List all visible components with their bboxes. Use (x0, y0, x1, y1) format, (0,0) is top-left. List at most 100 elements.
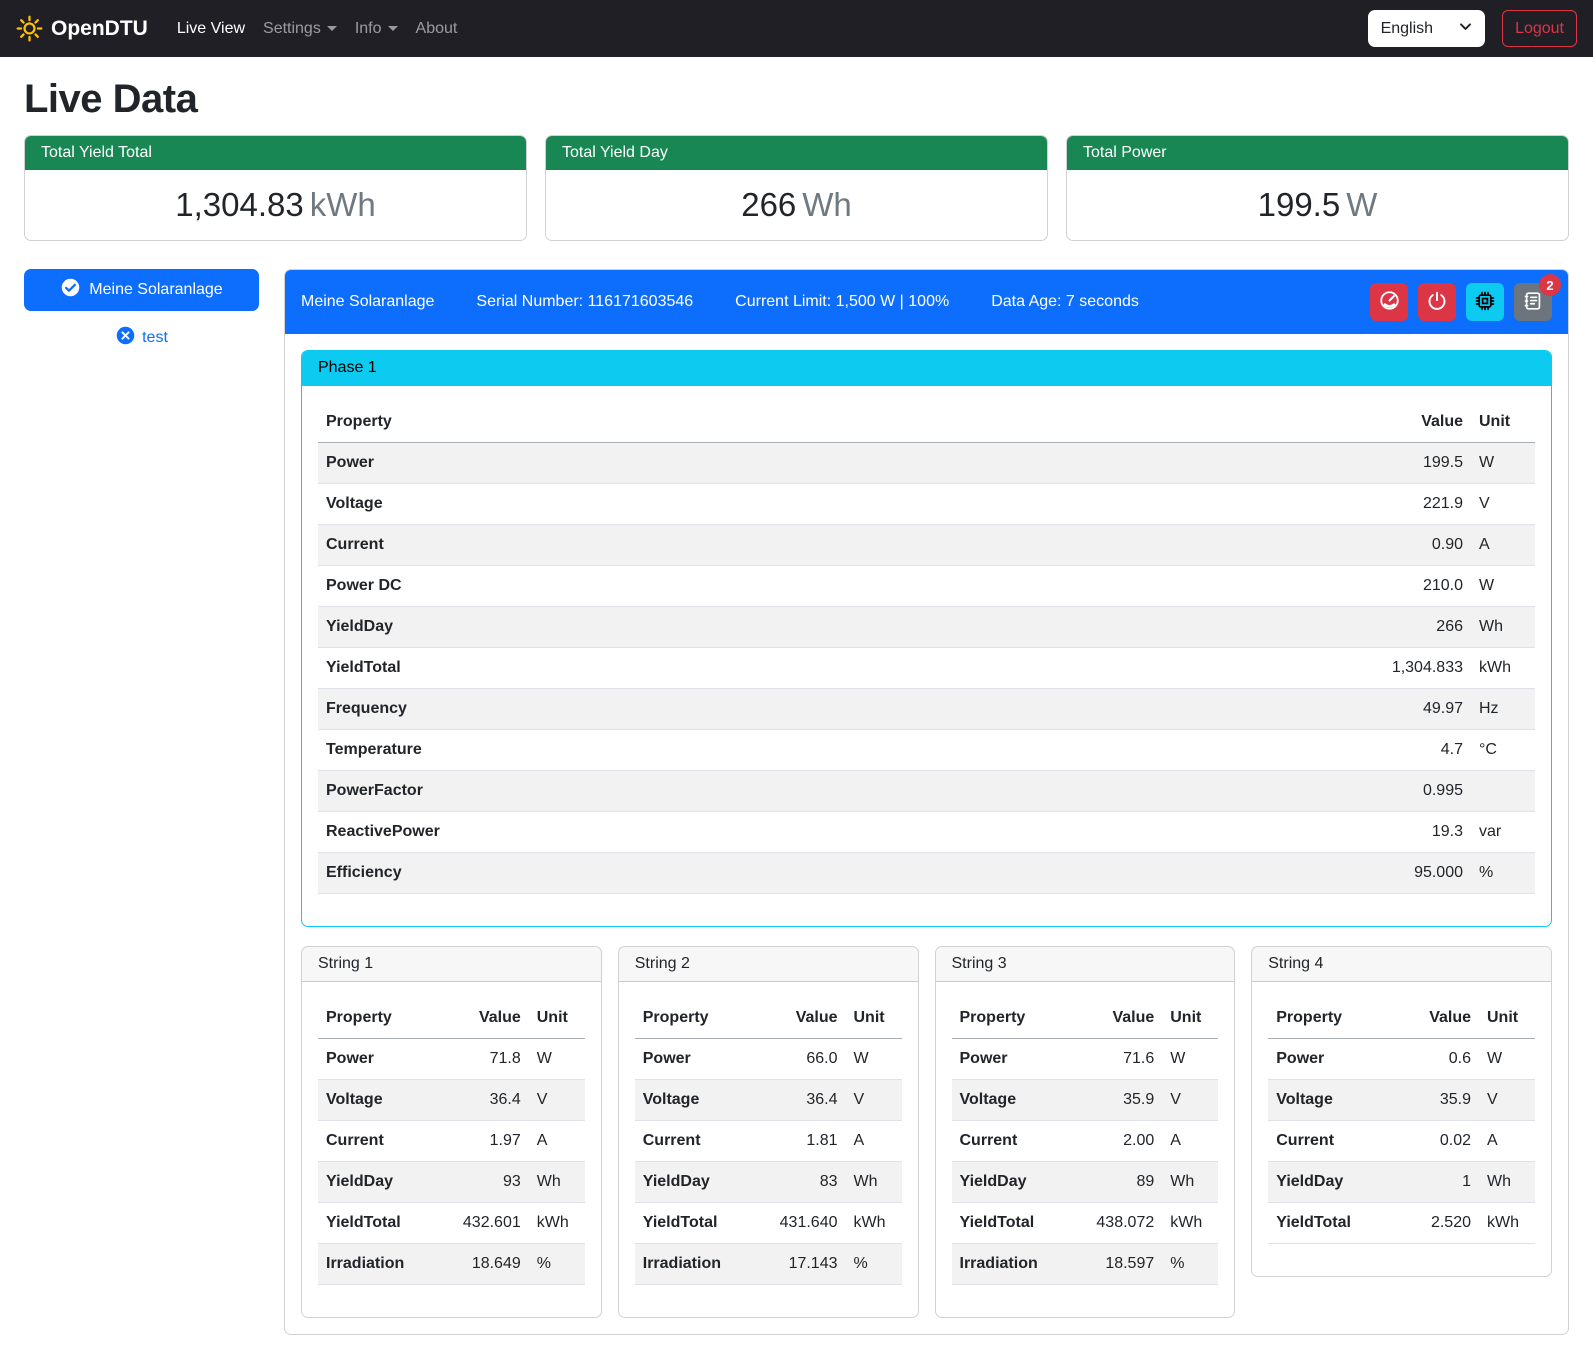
unit-cell: A (1471, 525, 1535, 566)
table-row: YieldTotal1,304.833kWh (318, 648, 1535, 689)
column-header-value: Value (760, 998, 846, 1039)
nav-item-live-view[interactable]: Live View (168, 12, 254, 46)
unit-cell: A (1479, 1121, 1535, 1162)
value-cell: 438.072 (1076, 1203, 1162, 1244)
table-row: Irradiation17.143% (635, 1244, 902, 1285)
property-cell: Current (1268, 1121, 1393, 1162)
nav-item-settings[interactable]: Settings (254, 12, 346, 46)
property-cell: Current (318, 1121, 443, 1162)
property-cell: Power (318, 443, 1331, 484)
table-row: YieldDay93Wh (318, 1162, 585, 1203)
nav-item-info[interactable]: Info (346, 12, 407, 46)
string-table: Property Value Unit Power71.6WVoltage35.… (952, 998, 1219, 1285)
property-cell: YieldTotal (318, 1203, 443, 1244)
string-card-title: String 1 (302, 947, 601, 982)
unit-cell: W (846, 1039, 902, 1080)
value-cell: 4.7 (1331, 730, 1471, 771)
table-header-row: Property Value Unit (318, 998, 585, 1039)
value-cell: 1,304.833 (1331, 648, 1471, 689)
page-content: Live Data Total Yield Total 1,304.83kWh … (0, 57, 1593, 1359)
top-navbar: OpenDTU Live View Settings Info About En… (0, 0, 1593, 57)
nav-item-about[interactable]: About (407, 12, 467, 46)
table-row: YieldDay1Wh (1268, 1162, 1535, 1203)
table-row: YieldTotal2.520kWh (1268, 1203, 1535, 1244)
device-info-button[interactable] (1466, 283, 1504, 321)
property-cell: Voltage (952, 1080, 1077, 1121)
stats-row: Total Yield Total 1,304.83kWh Total Yiel… (24, 135, 1569, 241)
property-cell: YieldDay (318, 607, 1331, 648)
caret-down-icon (327, 26, 337, 31)
inverter-limit: Current Limit: 1,500 W | 100% (735, 293, 949, 311)
unit-cell: W (1162, 1039, 1218, 1080)
column-header-property: Property (635, 998, 760, 1039)
unit-cell: W (1479, 1039, 1535, 1080)
stat-card-title: Total Power (1067, 136, 1568, 170)
strings-row: String 1 Property Value Unit Power71.8WV… (301, 946, 1552, 1318)
string-card: String 3 Property Value Unit Power71.6WV… (935, 946, 1236, 1318)
stat-card-title: Total Yield Day (546, 136, 1047, 170)
table-row: Voltage221.9V (318, 484, 1535, 525)
inverter-alt-label[interactable]: test (142, 329, 168, 347)
string-card-body: Property Value Unit Power71.6WVoltage35.… (936, 982, 1235, 1317)
unit-cell: V (846, 1080, 902, 1121)
property-cell: Irradiation (635, 1244, 760, 1285)
property-cell: YieldTotal (1268, 1203, 1393, 1244)
value-cell: 0.995 (1331, 771, 1471, 812)
value-cell: 431.640 (760, 1203, 846, 1244)
stat-card-value-row: 1,304.83kWh (25, 170, 526, 240)
table-row: Current2.00A (952, 1121, 1219, 1162)
logout-button[interactable]: Logout (1502, 10, 1577, 47)
journal-text-icon (1522, 290, 1544, 315)
value-cell: 0.90 (1331, 525, 1471, 566)
unit-cell: Wh (1162, 1162, 1218, 1203)
unit-cell: V (529, 1080, 585, 1121)
stat-value: 266 (741, 186, 796, 223)
property-cell: PowerFactor (318, 771, 1331, 812)
string-card-title: String 3 (936, 947, 1235, 982)
language-select[interactable]: English (1368, 10, 1485, 47)
speedometer-icon (1378, 289, 1401, 315)
table-row: Power66.0W (635, 1039, 902, 1080)
value-cell: 71.8 (443, 1039, 529, 1080)
table-row: Power DC210.0W (318, 566, 1535, 607)
table-row: YieldDay89Wh (952, 1162, 1219, 1203)
string-card: String 2 Property Value Unit Power66.0WV… (618, 946, 919, 1318)
stat-unit: kWh (310, 186, 376, 223)
property-cell: Frequency (318, 689, 1331, 730)
value-cell: 49.97 (1331, 689, 1471, 730)
value-cell: 1.97 (443, 1121, 529, 1162)
stat-card-title: Total Yield Total (25, 136, 526, 170)
power-icon (1426, 290, 1448, 315)
inverter-data-age: Data Age: 7 seconds (991, 293, 1139, 311)
string-card-body: Property Value Unit Power71.8WVoltage36.… (302, 982, 601, 1317)
table-header-row: Property Value Unit (318, 402, 1535, 443)
inverter-selector-label: Meine Solaranlage (89, 281, 222, 299)
stat-card-total-yield-day: Total Yield Day 266Wh (545, 135, 1048, 241)
brand[interactable]: OpenDTU (16, 15, 148, 42)
value-cell: 66.0 (760, 1039, 846, 1080)
value-cell: 1.81 (760, 1121, 846, 1162)
table-row: YieldTotal431.640kWh (635, 1203, 902, 1244)
table-row: Power71.6W (952, 1039, 1219, 1080)
value-cell: 83 (760, 1162, 846, 1203)
stat-unit: Wh (802, 186, 852, 223)
event-log-button[interactable]: 2 (1514, 283, 1552, 321)
power-button[interactable] (1418, 283, 1456, 321)
inverter-alt-item[interactable]: test (24, 325, 259, 351)
column-header-value: Value (1393, 998, 1479, 1039)
inverter-card-header: Meine Solaranlage Serial Number: 1161716… (285, 270, 1568, 334)
inverter-card: Meine Solaranlage Serial Number: 1161716… (284, 269, 1569, 1335)
property-cell: Voltage (318, 1080, 443, 1121)
unit-cell: kWh (529, 1203, 585, 1244)
limit-settings-button[interactable] (1370, 283, 1408, 321)
table-row: Current1.81A (635, 1121, 902, 1162)
property-cell: ReactivePower (318, 812, 1331, 853)
table-row: Power71.8W (318, 1039, 585, 1080)
property-cell: YieldDay (952, 1162, 1077, 1203)
string-card: String 1 Property Value Unit Power71.8WV… (301, 946, 602, 1318)
unit-cell: % (1162, 1244, 1218, 1285)
inverter-serial: Serial Number: 116171603546 (476, 293, 693, 311)
table-row: Temperature4.7°C (318, 730, 1535, 771)
inverter-selector-button[interactable]: Meine Solaranlage (24, 269, 259, 311)
unit-cell: Wh (529, 1162, 585, 1203)
